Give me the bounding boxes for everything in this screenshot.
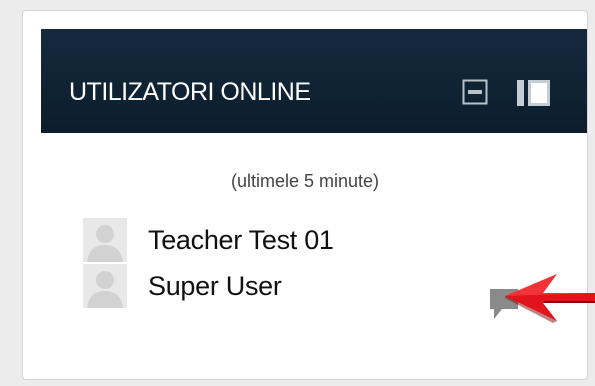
user-item-teacher-test-01[interactable]: Teacher Test 01 (83, 217, 334, 263)
online-user-list: Teacher Test 01 Super User (83, 217, 334, 309)
user-name[interactable]: Super User (148, 271, 282, 302)
red-pointer-arrow-icon (505, 274, 595, 323)
user-name[interactable]: Teacher Test 01 (148, 225, 334, 256)
dock-block-icon[interactable] (517, 79, 551, 107)
user-item-super-user[interactable]: Super User (83, 263, 334, 309)
hide-block-icon[interactable] (462, 79, 488, 105)
block-title: UTILIZATORI ONLINE (69, 78, 311, 106)
block-header: UTILIZATORI ONLINE (41, 29, 587, 133)
time-range-subtitle: (ultimele 5 minute) (230, 171, 380, 191)
default-user-avatar-icon (83, 264, 127, 308)
online-users-block: UTILIZATORI ONLINE (ultimele 5 minute) T… (22, 10, 588, 380)
default-user-avatar-icon (83, 218, 127, 262)
